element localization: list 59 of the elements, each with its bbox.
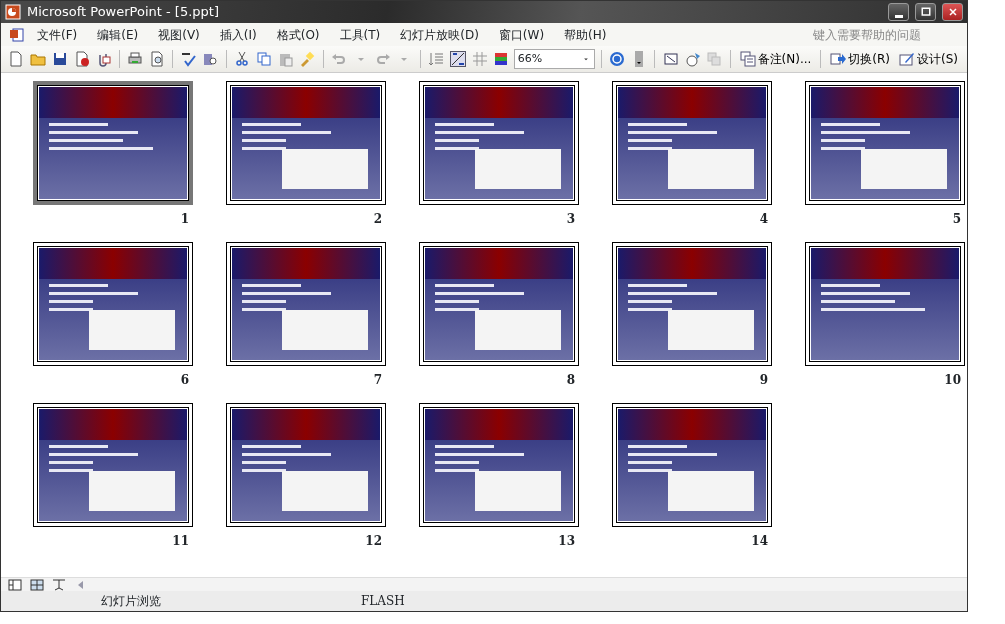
slide-number: 11 xyxy=(171,533,190,550)
slide-thumbnail[interactable] xyxy=(612,403,772,527)
slide-arrow-icon xyxy=(830,51,847,67)
design-button[interactable]: 设计(S) xyxy=(896,50,961,68)
maximize-icon xyxy=(919,6,932,18)
notes-button[interactable]: 备注(N)... xyxy=(736,50,815,68)
notes-page-icon xyxy=(739,51,756,67)
slide-thumbnail[interactable] xyxy=(419,81,579,205)
minimize-button[interactable] xyxy=(888,3,909,21)
slide-thumbnail[interactable] xyxy=(612,242,772,366)
normal-view-icon[interactable] xyxy=(5,577,25,592)
help-search-field[interactable]: 键入需要帮助的问题 xyxy=(811,24,961,45)
slide-number: 12 xyxy=(364,533,383,550)
slide-thumbnail[interactable] xyxy=(805,242,965,366)
slide-number: 2 xyxy=(372,211,383,228)
menu-item[interactable]: 幻灯片放映(D) xyxy=(390,25,489,44)
copy-icon[interactable] xyxy=(254,49,274,69)
slide-sorter-view-icon[interactable] xyxy=(27,577,47,592)
menu-item[interactable]: 视图(V) xyxy=(148,25,210,44)
slide-number: 7 xyxy=(372,372,383,389)
slide-thumbnail[interactable] xyxy=(419,242,579,366)
menu-item[interactable]: 文件(F) xyxy=(27,25,88,44)
slide-thumbnail[interactable] xyxy=(226,403,386,527)
slide-number: 6 xyxy=(179,372,190,389)
slide-thumbnail[interactable] xyxy=(226,242,386,366)
menu-item[interactable]: 格式(O) xyxy=(266,25,330,44)
app-icon xyxy=(5,4,21,20)
close-icon xyxy=(946,6,959,18)
slide-thumbnail[interactable] xyxy=(419,403,579,527)
maximize-button[interactable] xyxy=(915,3,936,21)
slide-number: 4 xyxy=(758,211,769,228)
minimize-icon xyxy=(894,14,903,18)
slide-number: 3 xyxy=(565,211,576,228)
slide-thumbnail[interactable] xyxy=(226,81,386,205)
slide-number: 9 xyxy=(758,372,769,389)
menu-item[interactable]: 帮助(H) xyxy=(554,25,617,44)
slide-thumbnail[interactable] xyxy=(33,403,193,527)
slide-number: 8 xyxy=(565,372,576,389)
slide-number: 1 xyxy=(179,211,190,228)
zoom-dropdown[interactable]: 66% xyxy=(513,49,595,69)
slide-number: 5 xyxy=(951,211,962,228)
menu-item[interactable]: 编辑(E) xyxy=(87,25,149,44)
slide-pencil-icon xyxy=(899,51,916,67)
menu-item[interactable]: 插入(I) xyxy=(209,25,267,44)
slide-number: 14 xyxy=(750,533,769,550)
slide-thumbnail[interactable] xyxy=(33,242,193,366)
slide-number: 10 xyxy=(943,372,962,389)
slide-thumbnail[interactable] xyxy=(805,81,965,205)
slide-thumbnail[interactable] xyxy=(33,81,193,205)
text-formatting-icon[interactable] xyxy=(448,49,468,69)
close-button[interactable] xyxy=(942,3,963,21)
status-text: FLASH xyxy=(361,593,405,610)
window-title: Microsoft PowerPoint - [5.ppt] xyxy=(27,3,219,22)
menu-item[interactable]: 窗口(W) xyxy=(488,25,555,44)
slide-number: 13 xyxy=(557,533,576,550)
transition-button[interactable]: 切换(R) xyxy=(827,50,894,68)
slide-thumbnail[interactable] xyxy=(612,81,772,205)
status-text: 幻灯片浏览 xyxy=(101,593,161,610)
menu-item[interactable]: 工具(T) xyxy=(329,25,391,44)
